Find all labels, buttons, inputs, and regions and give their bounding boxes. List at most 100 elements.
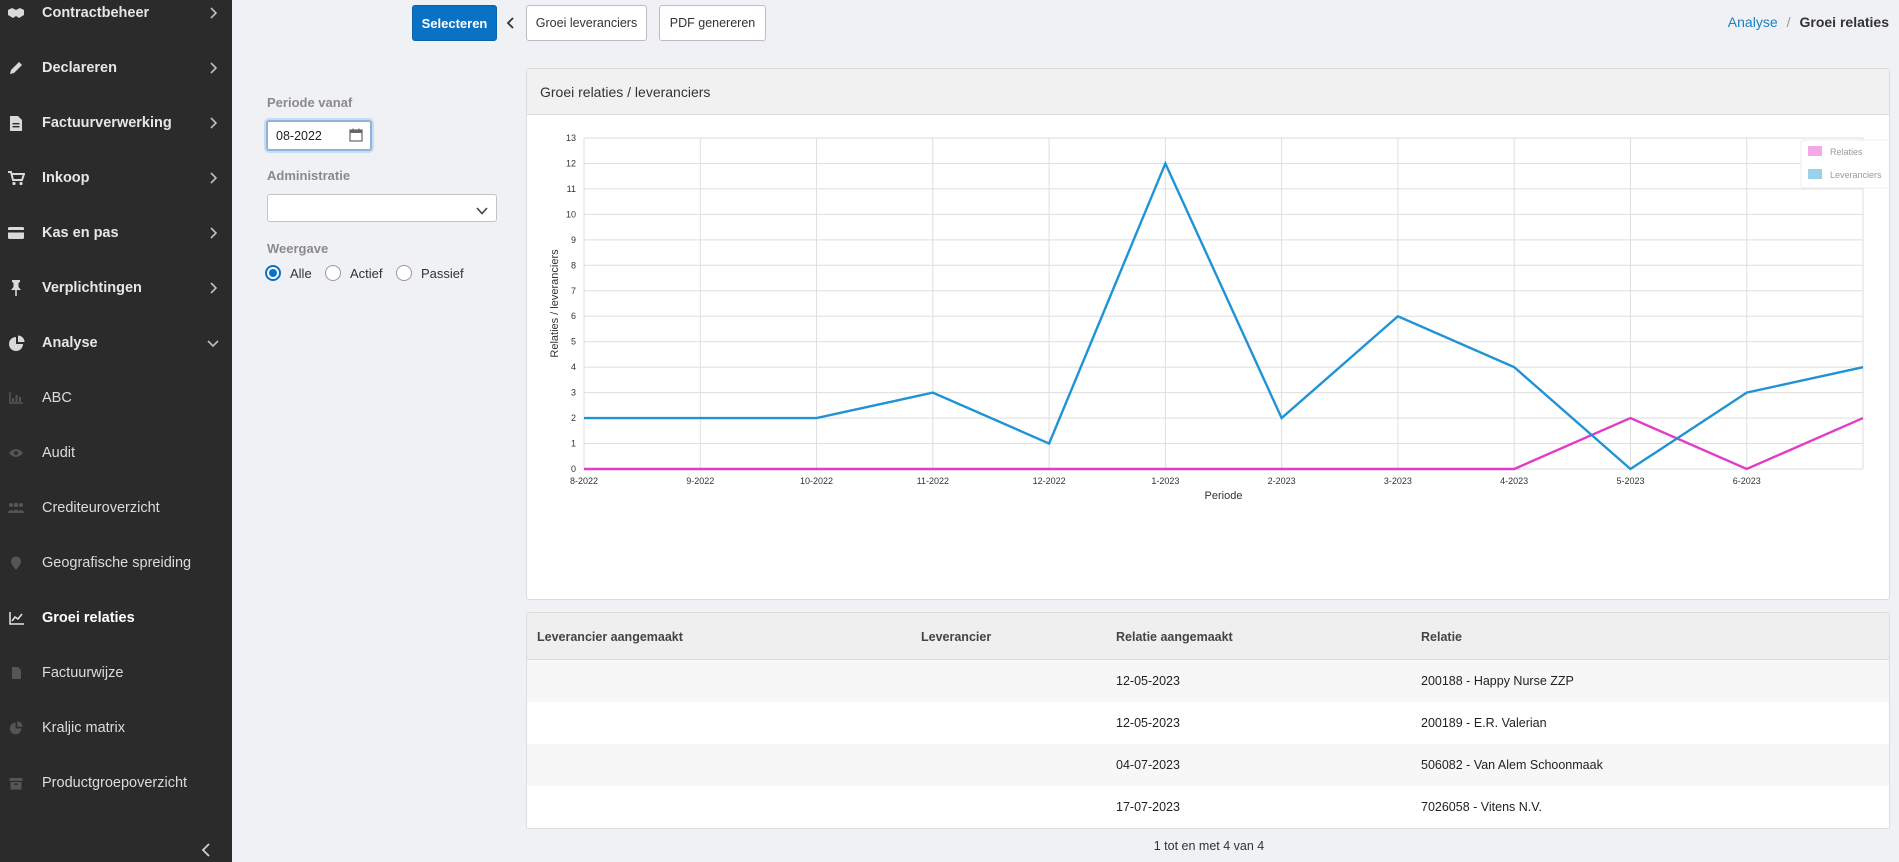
- sidebar-item-label: Factuurverwerking: [42, 115, 172, 131]
- chevron-right-icon: [206, 61, 220, 75]
- view-label: Weergave: [267, 241, 329, 256]
- sidebar-item-audit[interactable]: Audit: [0, 433, 232, 473]
- pencil-icon: [6, 58, 26, 78]
- column-header[interactable]: Leverancier: [921, 630, 991, 644]
- administration-label: Administratie: [267, 168, 351, 183]
- sidebar-item-declareren[interactable]: Declareren: [0, 48, 232, 88]
- view-radio-actief[interactable]: Actief: [325, 264, 383, 282]
- sidebar-item-inkoop[interactable]: Inkoop: [0, 158, 232, 198]
- generate-pdf-button[interactable]: PDF genereren: [659, 5, 766, 41]
- pie-chart-icon: [6, 718, 26, 738]
- sidebar-item-label: Contractbeheer: [42, 5, 150, 21]
- y-tick-label: 0: [571, 464, 576, 474]
- y-tick-label: 8: [571, 260, 576, 270]
- document-icon: [6, 113, 26, 133]
- sidebar-item-label: Factuurwijze: [42, 665, 124, 681]
- handshake-icon: [6, 3, 26, 23]
- sidebar-item-contractbeheer[interactable]: Contractbeheer: [0, 0, 232, 33]
- y-tick-label: 12: [566, 158, 576, 168]
- archive-icon: [6, 773, 26, 793]
- cart-icon: [6, 168, 26, 188]
- sidebar-item-verplichtingen[interactable]: Verplichtingen: [0, 268, 232, 308]
- map-marker-icon: [6, 553, 26, 573]
- chevron-down-icon: [206, 336, 220, 350]
- chevron-right-icon: [206, 171, 220, 185]
- radio-button[interactable]: [396, 265, 412, 281]
- sidebar-item-label: Verplichtingen: [42, 280, 142, 296]
- legend-label: Relaties: [1830, 147, 1863, 157]
- sidebar-item-label: Declareren: [42, 60, 117, 76]
- users-icon: [6, 498, 26, 518]
- sidebar-item-productgroepoverzicht[interactable]: Productgroepoverzicht: [0, 763, 232, 803]
- chevron-right-icon: [206, 226, 220, 240]
- breadcrumb-current: Groei relaties: [1799, 14, 1890, 30]
- sidebar-item-kas-en-pas[interactable]: Kas en pas: [0, 213, 232, 253]
- sidebar-item-label: Groei relaties: [42, 610, 135, 626]
- radio-button[interactable]: [265, 265, 281, 281]
- y-tick-label: 1: [571, 439, 576, 449]
- sidebar-item-label: ABC: [42, 390, 72, 406]
- chevron-right-icon: [206, 6, 220, 20]
- radio-label: Actief: [350, 265, 383, 281]
- sidebar-item-crediteuroverzicht[interactable]: Crediteuroverzicht: [0, 488, 232, 528]
- sidebar-item-label: Geografische spreiding: [42, 555, 192, 571]
- radio-button[interactable]: [325, 265, 341, 281]
- x-tick-label: 2-2023: [1268, 476, 1296, 486]
- period-input[interactable]: 08-2022: [266, 120, 372, 151]
- legend-swatch: [1808, 146, 1822, 156]
- table-row[interactable]: 04-07-2023 506082 - Van Alem Schoonmaak: [527, 744, 1889, 786]
- sidebar-item-abc[interactable]: ABC: [0, 378, 232, 418]
- chevron-left-icon: [506, 17, 514, 29]
- sidebar-item-groei-relaties[interactable]: Groei relaties: [0, 598, 232, 638]
- table-row[interactable]: 12-05-2023 200189 - E.R. Valerian: [527, 702, 1889, 744]
- y-tick-label: 7: [571, 286, 576, 296]
- table-row[interactable]: 17-07-2023 7026058 - Vitens N.V.: [527, 786, 1889, 828]
- select-button[interactable]: Selecteren: [412, 5, 497, 41]
- y-tick-label: 13: [566, 133, 576, 143]
- period-value: 08-2022: [276, 128, 322, 143]
- file-icon: [6, 663, 26, 683]
- growth-suppliers-button[interactable]: Groei leveranciers: [526, 5, 647, 41]
- sidebar-item-label: Analyse: [42, 335, 98, 351]
- column-header[interactable]: Relatie: [1421, 630, 1462, 644]
- sidebar-item-factuurverwerking[interactable]: Factuurverwerking: [0, 103, 232, 143]
- sidebar-item-label: Audit: [42, 445, 76, 461]
- table-cell: 200188 - Happy Nurse ZZP: [1421, 674, 1574, 688]
- chevron-right-icon: [206, 281, 220, 295]
- radio-label: Passief: [421, 265, 464, 281]
- column-header[interactable]: Leverancier aangemaakt: [537, 630, 683, 644]
- table-cell: 12-05-2023: [1116, 716, 1180, 730]
- x-tick-label: 5-2023: [1616, 476, 1644, 486]
- sidebar-item-kraljic-matrix[interactable]: Kraljic matrix: [0, 708, 232, 748]
- table-row[interactable]: 12-05-2023 200188 - Happy Nurse ZZP: [527, 660, 1889, 702]
- x-tick-label: 8-2022: [570, 476, 598, 486]
- x-tick-label: 4-2023: [1500, 476, 1528, 486]
- back-button[interactable]: [504, 15, 518, 31]
- chevron-right-icon: [206, 116, 220, 130]
- view-radio-passief[interactable]: Passief: [396, 264, 464, 282]
- x-tick-label: 10-2022: [800, 476, 833, 486]
- sidebar-item-geografische-spreiding[interactable]: Geografische spreiding: [0, 543, 232, 583]
- line-chart-icon: [6, 608, 26, 628]
- sidebar-item-analyse[interactable]: Analyse: [0, 323, 232, 363]
- table-cell: 17-07-2023: [1116, 800, 1180, 814]
- sidebar-item-factuurwijze[interactable]: Factuurwijze: [0, 653, 232, 693]
- administration-select[interactable]: [267, 194, 497, 222]
- table-header-row: Leverancier aangemaakt Leverancier Relat…: [527, 613, 1889, 660]
- table-cell: 12-05-2023: [1116, 674, 1180, 688]
- line-chart: 0123456789101112138-2022 9-2022 10-2022 11-…: [549, 133, 1889, 502]
- x-tick-label: 9-2022: [686, 476, 714, 486]
- x-tick-label: 3-2023: [1384, 476, 1412, 486]
- y-tick-label: 5: [571, 337, 576, 347]
- breadcrumb-link-analyse[interactable]: Analyse: [1728, 14, 1778, 30]
- sidebar-item-label: Productgroepoverzicht: [42, 775, 188, 791]
- y-tick-label: 3: [571, 388, 576, 398]
- y-tick-label: 6: [571, 311, 576, 321]
- table-cell: 04-07-2023: [1116, 758, 1180, 772]
- y-tick-label: 11: [567, 184, 576, 194]
- column-header[interactable]: Relatie aangemaakt: [1116, 630, 1233, 644]
- x-tick-label: 12-2022: [1033, 476, 1066, 486]
- view-radio-alle[interactable]: Alle: [265, 264, 312, 282]
- table-cell: 200189 - E.R. Valerian: [1421, 716, 1547, 730]
- calendar-icon[interactable]: [349, 128, 363, 142]
